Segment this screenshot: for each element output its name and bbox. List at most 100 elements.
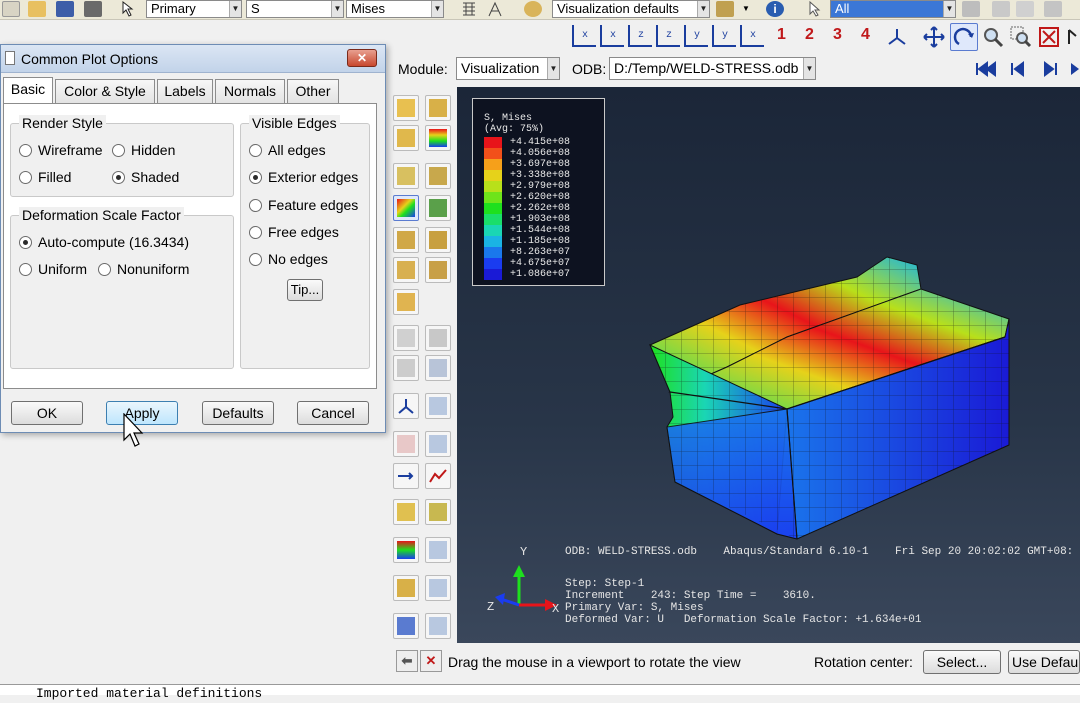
plot-contours-button[interactable] [425, 125, 451, 151]
view-z-icon[interactable]: z [628, 25, 652, 47]
auto-compute-option[interactable]: Auto-compute (16.3434) [19, 234, 189, 250]
no-edges-radio[interactable] [249, 253, 262, 266]
hidden-radio[interactable] [112, 144, 125, 157]
cycle-view-icon[interactable] [1066, 26, 1080, 48]
wireframe-radio[interactable] [19, 144, 32, 157]
contour-options-button[interactable] [393, 195, 419, 221]
render-filled-option[interactable]: Filled [19, 169, 71, 185]
box-zoom-icon[interactable] [1010, 26, 1032, 51]
close-icon[interactable]: ✕ [347, 49, 377, 67]
sweep-extrude-button[interactable] [393, 289, 419, 315]
auto-compute-radio[interactable] [19, 236, 32, 249]
xy-plot-button[interactable] [425, 463, 451, 489]
open-folder-icon[interactable] [28, 1, 46, 17]
print-icon[interactable] [84, 1, 102, 17]
palette-icon[interactable] [524, 1, 542, 17]
visualization-defaults-combo[interactable]: Visualization defaults ▼ [552, 0, 710, 18]
cursor-field-output-icon[interactable] [120, 0, 142, 17]
select-rotation-center-button[interactable]: Select... [923, 650, 1001, 674]
plot-deformed-button[interactable] [425, 95, 451, 121]
allow-multiple-plots-button[interactable] [425, 195, 451, 221]
create-xy-data-button[interactable] [393, 431, 419, 457]
shaded-radio[interactable] [112, 171, 125, 184]
zoom-icon[interactable] [982, 26, 1004, 51]
back-arrow-icon[interactable]: ⬅ [396, 650, 418, 672]
view-neg-y-icon[interactable]: y [712, 25, 736, 47]
uniform-option[interactable]: Uniform [19, 261, 87, 277]
query-button[interactable] [393, 499, 419, 525]
info-icon[interactable]: i [766, 1, 784, 17]
view-iso-icon[interactable]: x [740, 25, 764, 47]
probe-values-button[interactable] [425, 499, 451, 525]
select-entities-icon[interactable] [962, 1, 980, 17]
feature-edges-radio[interactable] [249, 199, 262, 212]
all-edges-radio[interactable] [249, 144, 262, 157]
all-edges-option[interactable]: All edges [249, 142, 326, 158]
selection-mode-icon[interactable] [1016, 1, 1034, 17]
result-type-combo[interactable]: Primary ▼ [146, 0, 242, 18]
field-variable-combo[interactable]: S ▼ [246, 0, 344, 18]
plot-state-button[interactable] [393, 257, 419, 283]
create-path-button[interactable] [393, 463, 419, 489]
selection-arrow-icon[interactable] [806, 0, 824, 17]
tab-basic[interactable]: Basic [3, 77, 53, 104]
animate-time-history-button[interactable] [425, 325, 451, 351]
step-frame-icon[interactable] [486, 1, 504, 17]
tab-other[interactable]: Other [287, 79, 339, 103]
plot-overlay-button[interactable] [393, 125, 419, 151]
cancel-procedure-icon[interactable]: ✕ [420, 650, 442, 672]
free-edges-option[interactable]: Free edges [249, 224, 339, 240]
odb-display-options-button[interactable] [425, 257, 451, 283]
last-frame-icon[interactable] [1070, 61, 1080, 80]
invariant-combo[interactable]: Mises ▼ [346, 0, 444, 18]
view-y-icon[interactable]: y [684, 25, 708, 47]
view-cube-icon[interactable] [716, 1, 734, 17]
view-cut-manager-button[interactable] [425, 393, 451, 419]
view-neg-x-icon[interactable]: x [600, 25, 624, 47]
new-file-icon[interactable] [2, 1, 20, 17]
rotate-icon[interactable] [950, 23, 978, 51]
tab-normals[interactable]: Normals [215, 79, 285, 103]
animate-harmonic-button[interactable] [393, 355, 419, 381]
selection-filter-combo[interactable]: All ▼ [830, 0, 956, 18]
uniform-radio[interactable] [19, 263, 32, 276]
animation-options-button[interactable] [425, 355, 451, 381]
display-group-manager-button[interactable] [425, 537, 451, 563]
common-options-button[interactable] [393, 227, 419, 253]
tab-labels[interactable]: Labels [157, 79, 213, 103]
view-cut-button[interactable] [393, 393, 419, 419]
stream-manager-button[interactable] [425, 613, 451, 639]
exterior-edges-option[interactable]: Exterior edges [249, 169, 358, 185]
render-shaded-option[interactable]: Shaded [112, 169, 179, 185]
field-output-stack-icon[interactable] [460, 1, 478, 17]
next-frame-icon[interactable] [1042, 61, 1060, 80]
free-edges-radio[interactable] [249, 226, 262, 239]
saved-view-2-button[interactable]: 2 [805, 26, 814, 44]
cancel-button[interactable]: Cancel [297, 401, 369, 425]
display-group-button[interactable] [393, 537, 419, 563]
ok-button[interactable]: OK [11, 401, 83, 425]
chevron-down-icon[interactable]: ▼ [740, 1, 752, 17]
xy-data-manager-button[interactable] [425, 431, 451, 457]
triad-view-icon[interactable] [886, 26, 908, 51]
nonuniform-radio[interactable] [98, 263, 111, 276]
render-hidden-option[interactable]: Hidden [112, 142, 175, 158]
pan-icon[interactable] [922, 25, 946, 52]
plot-undeformed-button[interactable] [393, 95, 419, 121]
nonuniform-option[interactable]: Nonuniform [98, 261, 189, 277]
superimpose-options-button[interactable] [425, 227, 451, 253]
view-x-icon[interactable]: x [572, 25, 596, 47]
plot-material-orientation-button[interactable] [425, 163, 451, 189]
module-combo[interactable]: Visualization ▼ [456, 57, 560, 80]
tab-color-style[interactable]: Color & Style [55, 79, 155, 103]
exterior-edges-radio[interactable] [249, 171, 262, 184]
tip-button[interactable]: Tip... [287, 279, 323, 301]
view-neg-z-icon[interactable]: z [656, 25, 680, 47]
saved-view-4-button[interactable]: 4 [861, 26, 870, 44]
auto-fit-icon[interactable] [1038, 26, 1060, 51]
defaults-button[interactable]: Defaults [202, 401, 274, 425]
feature-edges-option[interactable]: Feature edges [249, 197, 358, 213]
options-sliders-icon[interactable] [1044, 1, 1062, 17]
saved-view-1-button[interactable]: 1 [777, 26, 786, 44]
animate-scale-factor-button[interactable] [393, 325, 419, 351]
